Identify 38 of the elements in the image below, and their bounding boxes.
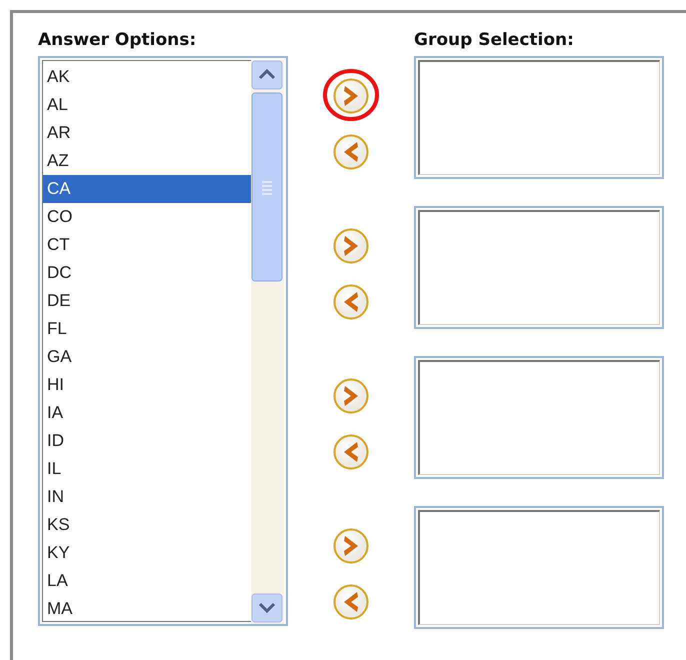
remove-button[interactable] <box>333 584 369 620</box>
list-option[interactable]: AZ <box>43 147 251 175</box>
list-option[interactable]: CT <box>43 231 251 259</box>
group-selection-heading: Group Selection: <box>414 29 575 51</box>
list-option[interactable]: DC <box>43 259 251 287</box>
list-option[interactable]: LA <box>43 567 251 595</box>
list-option[interactable]: CO <box>43 203 251 231</box>
list-option[interactable]: IN <box>43 483 251 511</box>
answer-options-heading: Answer Options: <box>38 29 198 51</box>
scroll-down-button[interactable] <box>252 594 282 622</box>
remove-button[interactable] <box>333 434 369 470</box>
remove-button[interactable] <box>333 134 369 170</box>
group-listbox[interactable] <box>414 356 664 479</box>
add-button[interactable] <box>333 528 369 564</box>
list-option[interactable]: KS <box>43 511 251 539</box>
list-option[interactable]: IA <box>43 399 251 427</box>
scroll-up-button[interactable] <box>252 60 282 90</box>
list-option[interactable]: AK <box>43 63 251 91</box>
list-option[interactable]: AL <box>43 91 251 119</box>
scroll-thumb[interactable] <box>252 92 282 282</box>
remove-button[interactable] <box>333 284 369 320</box>
list-option[interactable]: HI <box>43 371 251 399</box>
list-option[interactable]: IL <box>43 455 251 483</box>
answer-options-listbox[interactable]: AK AL AR AZ CA CO CT DC DE FL GA HI IA ID IL IN KS KY LA MA <box>38 56 288 626</box>
add-button[interactable] <box>333 228 369 264</box>
list-option[interactable]: AR <box>43 119 251 147</box>
list-option[interactable]: ID <box>43 427 251 455</box>
list-option[interactable]: KY <box>43 539 251 567</box>
group-listbox[interactable] <box>414 56 664 179</box>
list-option[interactable]: FL <box>43 315 251 343</box>
list-option[interactable]: DE <box>43 287 251 315</box>
list-option[interactable]: GA <box>43 343 251 371</box>
group-listbox[interactable] <box>414 206 664 329</box>
group-listbox[interactable] <box>414 506 664 629</box>
add-button[interactable] <box>333 78 369 114</box>
list-option[interactable]: CA <box>43 175 251 203</box>
list-option[interactable]: MA <box>43 595 251 621</box>
add-button[interactable] <box>333 378 369 414</box>
